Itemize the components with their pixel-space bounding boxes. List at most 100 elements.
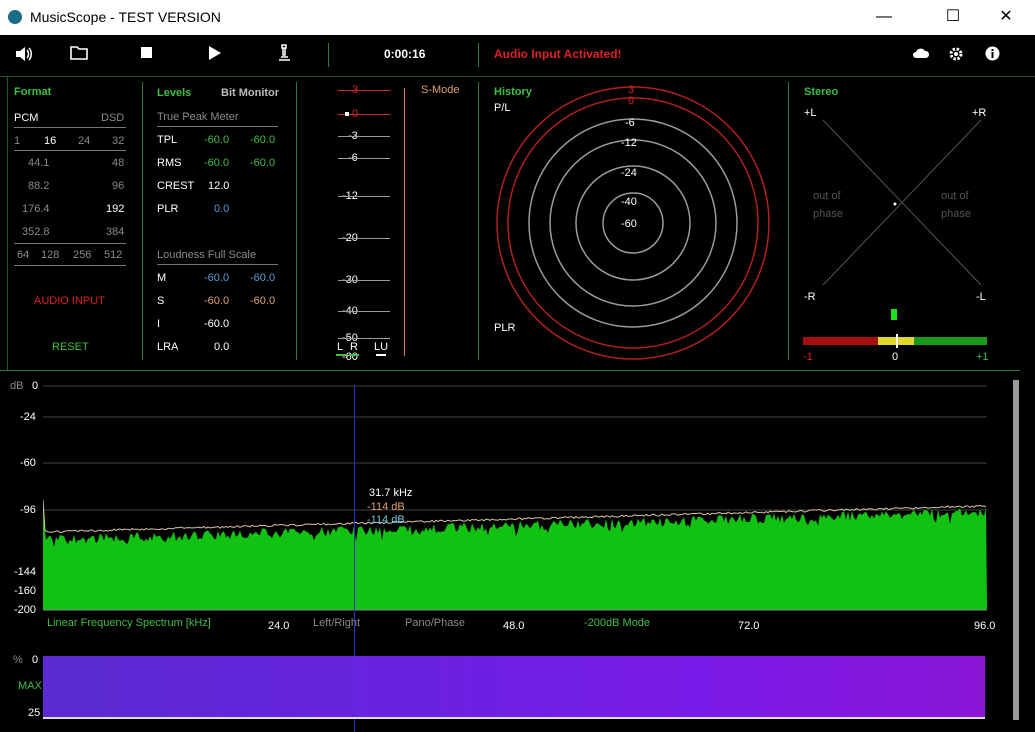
rate-352-8: 352.8 xyxy=(22,226,50,238)
correlation-zero: 0 xyxy=(892,351,899,363)
spectrum-mode-label[interactable]: Linear Frequency Spectrum [kHz] xyxy=(47,617,211,630)
rms-label: RMS xyxy=(157,157,182,169)
meter-tick xyxy=(338,136,390,137)
dsd-256: 256 xyxy=(73,249,92,261)
spectrogram-bottom: 25 xyxy=(28,707,41,719)
crest-value: 12.0 xyxy=(208,180,230,192)
spectrum-y-m96: -96 xyxy=(20,504,36,516)
status-message: Audio Input Activated! xyxy=(494,47,622,61)
panel-divider xyxy=(142,82,143,360)
rate-44-1: 44.1 xyxy=(28,157,50,169)
spectrum-y-m200: -200 xyxy=(14,604,37,616)
true-peak-title: True Peak Meter xyxy=(157,111,239,123)
tpl-right: -60.0 xyxy=(250,134,276,146)
play-icon[interactable] xyxy=(208,46,222,60)
stereo-minus-l: -L xyxy=(976,291,986,303)
minimize-button[interactable]: — xyxy=(861,0,907,35)
db-mode-toggle[interactable]: -200dB Mode xyxy=(584,617,650,630)
toolbar-divider xyxy=(478,43,479,67)
toolbar-divider xyxy=(328,43,329,67)
gear-icon[interactable] xyxy=(948,46,964,62)
format-divider xyxy=(14,127,126,128)
maximize-button[interactable]: ☐ xyxy=(930,0,976,35)
cursor-left-level: -114 dB xyxy=(367,501,405,513)
spectrum-y-m144: -144 xyxy=(14,566,37,578)
spectrum-y-m160: -160 xyxy=(14,585,37,597)
panel-divider xyxy=(478,82,479,360)
panel-divider xyxy=(296,82,297,360)
out-of-phase-left: out of xyxy=(813,190,841,202)
tpl-label: TPL xyxy=(157,134,178,146)
meter-tick xyxy=(338,311,390,312)
lra-label: LRA xyxy=(157,341,179,353)
spectrum-x-24: 24.0 xyxy=(268,620,290,632)
s-right: -60.0 xyxy=(250,295,276,307)
panel-left-border xyxy=(7,77,8,370)
correlation-bar-negative xyxy=(803,337,878,345)
panel-top-border xyxy=(0,76,1035,77)
pano-phase-toggle[interactable]: Pano/Phase xyxy=(405,617,465,630)
history-ring-m6: -6 xyxy=(625,117,635,129)
i-value: -60.0 xyxy=(204,318,230,330)
levels-title: Levels xyxy=(157,87,192,99)
stop-icon[interactable] xyxy=(141,47,153,59)
cursor-frequency: 31.7 kHz xyxy=(369,487,413,499)
spectrum-y-m24: -24 xyxy=(20,411,36,423)
plr-value: 0.0 xyxy=(214,203,230,215)
meter-tick xyxy=(338,196,390,197)
info-icon[interactable] xyxy=(985,46,1000,61)
rate-48: 48 xyxy=(112,157,125,169)
reset-button[interactable]: RESET xyxy=(52,341,89,354)
spectrogram-max: MAX xyxy=(18,680,42,692)
meter-tick xyxy=(338,238,390,239)
app-icon xyxy=(8,10,22,24)
peak-marker xyxy=(345,112,349,116)
plr-label: PLR xyxy=(157,203,179,215)
meter-channel-l: L xyxy=(337,341,344,353)
speaker-icon[interactable] xyxy=(14,45,34,63)
meter-channel-lu: LU xyxy=(374,341,389,353)
bit-1: 1 xyxy=(14,135,21,147)
audio-input-button[interactable]: AUDIO INPUT xyxy=(34,295,105,308)
spectrogram-unit: % xyxy=(13,654,23,666)
folder-icon[interactable] xyxy=(70,45,88,61)
stereo-title: Stereo xyxy=(804,86,839,98)
rate-384: 384 xyxy=(106,226,125,238)
levels-divider xyxy=(157,264,278,265)
meter-bar-r xyxy=(349,354,359,356)
meter-bar-l xyxy=(336,354,346,356)
levels-divider xyxy=(157,126,278,127)
s-left: -60.0 xyxy=(204,295,230,307)
history-ring-0: 0 xyxy=(628,95,635,107)
smode-button[interactable]: S-Mode xyxy=(421,84,460,97)
cloud-icon[interactable] xyxy=(912,47,930,59)
cursor-right-level: -114 dB xyxy=(367,514,405,526)
m-label: M xyxy=(157,272,167,284)
microscope-icon[interactable] xyxy=(276,44,292,62)
correlation-marker xyxy=(896,334,898,348)
rate-192: 192 xyxy=(106,203,125,215)
close-button[interactable]: ✕ xyxy=(983,0,1029,35)
toolbar: 0:00:16 Audio Input Activated! xyxy=(0,35,1035,75)
spectrogram[interactable] xyxy=(43,656,985,719)
history-ring-m60: -60 xyxy=(621,218,637,230)
scrollbar[interactable] xyxy=(1013,380,1019,720)
spectrum-unit: dB xyxy=(10,380,24,392)
stereo-plus-l: +L xyxy=(804,107,817,119)
smode-line xyxy=(404,88,405,356)
stereo-plus-r: +R xyxy=(972,107,987,119)
window-title: MusicScope - TEST VERSION xyxy=(30,9,221,25)
rms-left: -60.0 xyxy=(204,157,230,169)
spectrum-x-96: 96.0 xyxy=(974,620,996,632)
crest-label: CREST xyxy=(157,180,195,192)
loudness-title: Loudness Full Scale xyxy=(157,249,257,261)
format-title: Format xyxy=(14,86,52,98)
spectrum-plot[interactable] xyxy=(43,380,987,615)
left-right-toggle[interactable]: Left/Right xyxy=(313,617,360,630)
panel-divider xyxy=(788,82,789,360)
spectrogram-top: 0 xyxy=(32,654,39,666)
spectrum-x-72: 72.0 xyxy=(738,620,760,632)
correlation-bar-positive xyxy=(914,337,987,345)
dsd-64: 64 xyxy=(17,249,30,261)
bit-monitor-tab[interactable]: Bit Monitor xyxy=(221,87,279,100)
